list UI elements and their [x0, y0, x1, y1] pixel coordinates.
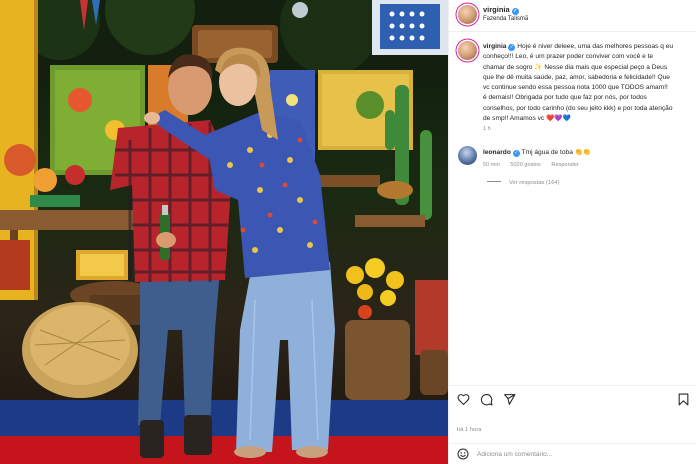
caption-line-7: conselhos, por todo carinho (do seu jeit… [483, 104, 673, 112]
emoji-icon[interactable] [457, 448, 469, 460]
replies-divider [487, 181, 501, 182]
post-author-username[interactable]: virginia ✓ [483, 5, 519, 15]
verified-badge-icon: ✓ [508, 44, 516, 51]
comment-icon[interactable] [480, 393, 493, 406]
comment-avatar[interactable] [458, 146, 477, 165]
post-photo[interactable] [0, 0, 448, 464]
comment: leonardo ✓ Tmj água de toba 👏👏 [483, 148, 591, 157]
add-comment-bar [449, 443, 696, 464]
avatar[interactable] [458, 5, 477, 24]
party-scene-illustration [0, 0, 448, 464]
view-replies-button[interactable]: Ver respostas (164) [487, 180, 560, 186]
comment-meta: 50 min 5020 gostos Responder [483, 162, 588, 168]
caption-line-4: que lhe dê muita saúde, paz, amor, sabed… [483, 73, 670, 81]
verified-badge-icon: ✓ [512, 150, 520, 157]
caption-line-1: virginia ✓ Hoje é niver deleee, uma das m… [483, 42, 696, 52]
reply-button[interactable]: Responder [551, 162, 578, 168]
post-time-ago[interactable]: há 1 hora [457, 427, 482, 433]
caption-avatar[interactable] [458, 41, 477, 60]
caption-text-1: Hoje é niver deleee, uma das melhores pe… [517, 43, 674, 50]
heart-icon[interactable] [457, 393, 470, 406]
post-author-name[interactable]: virginia [483, 5, 510, 14]
comment-author[interactable]: leonardo [483, 149, 511, 156]
post-header: virginia ✓ Fazenda Talismã [449, 0, 696, 32]
caption-line-8: de smp!! Amamos vc ❤️💜💙 [483, 115, 571, 123]
caption-line-5: vc continue sendo essa pessoa nota 1000 … [483, 84, 668, 92]
caption-timestamp[interactable]: 1 h [483, 126, 491, 132]
bookmark-icon[interactable] [678, 393, 689, 406]
post-caption: virginia ✓ Hoje é niver deleee, uma das m… [483, 42, 696, 124]
caption-author[interactable]: virginia [483, 43, 506, 50]
verified-badge-icon: ✓ [511, 8, 519, 15]
comment-input[interactable] [477, 448, 687, 461]
caption-line-6: é demais!! Obrigada por tudo que faz por… [483, 94, 647, 102]
action-bar [449, 385, 696, 411]
view-replies-label[interactable]: Ver respostas (164) [509, 180, 560, 186]
caption-line-3: chamar de sogro ✨ Nesse dia mais que esp… [483, 63, 668, 71]
caption-line-2: conheço!!! Leo, é um prazer poder conviv… [483, 53, 654, 61]
comment-likes[interactable]: 5020 gostos [510, 162, 540, 168]
share-icon[interactable] [503, 393, 516, 406]
post-location[interactable]: Fazenda Talismã [483, 16, 528, 22]
post-side-panel: virginia ✓ Fazenda Talismã virginia ✓ Hoje… [448, 0, 696, 464]
comment-text: Tmj água de toba 👏👏 [521, 149, 592, 156]
comment-time[interactable]: 50 min [483, 162, 500, 168]
